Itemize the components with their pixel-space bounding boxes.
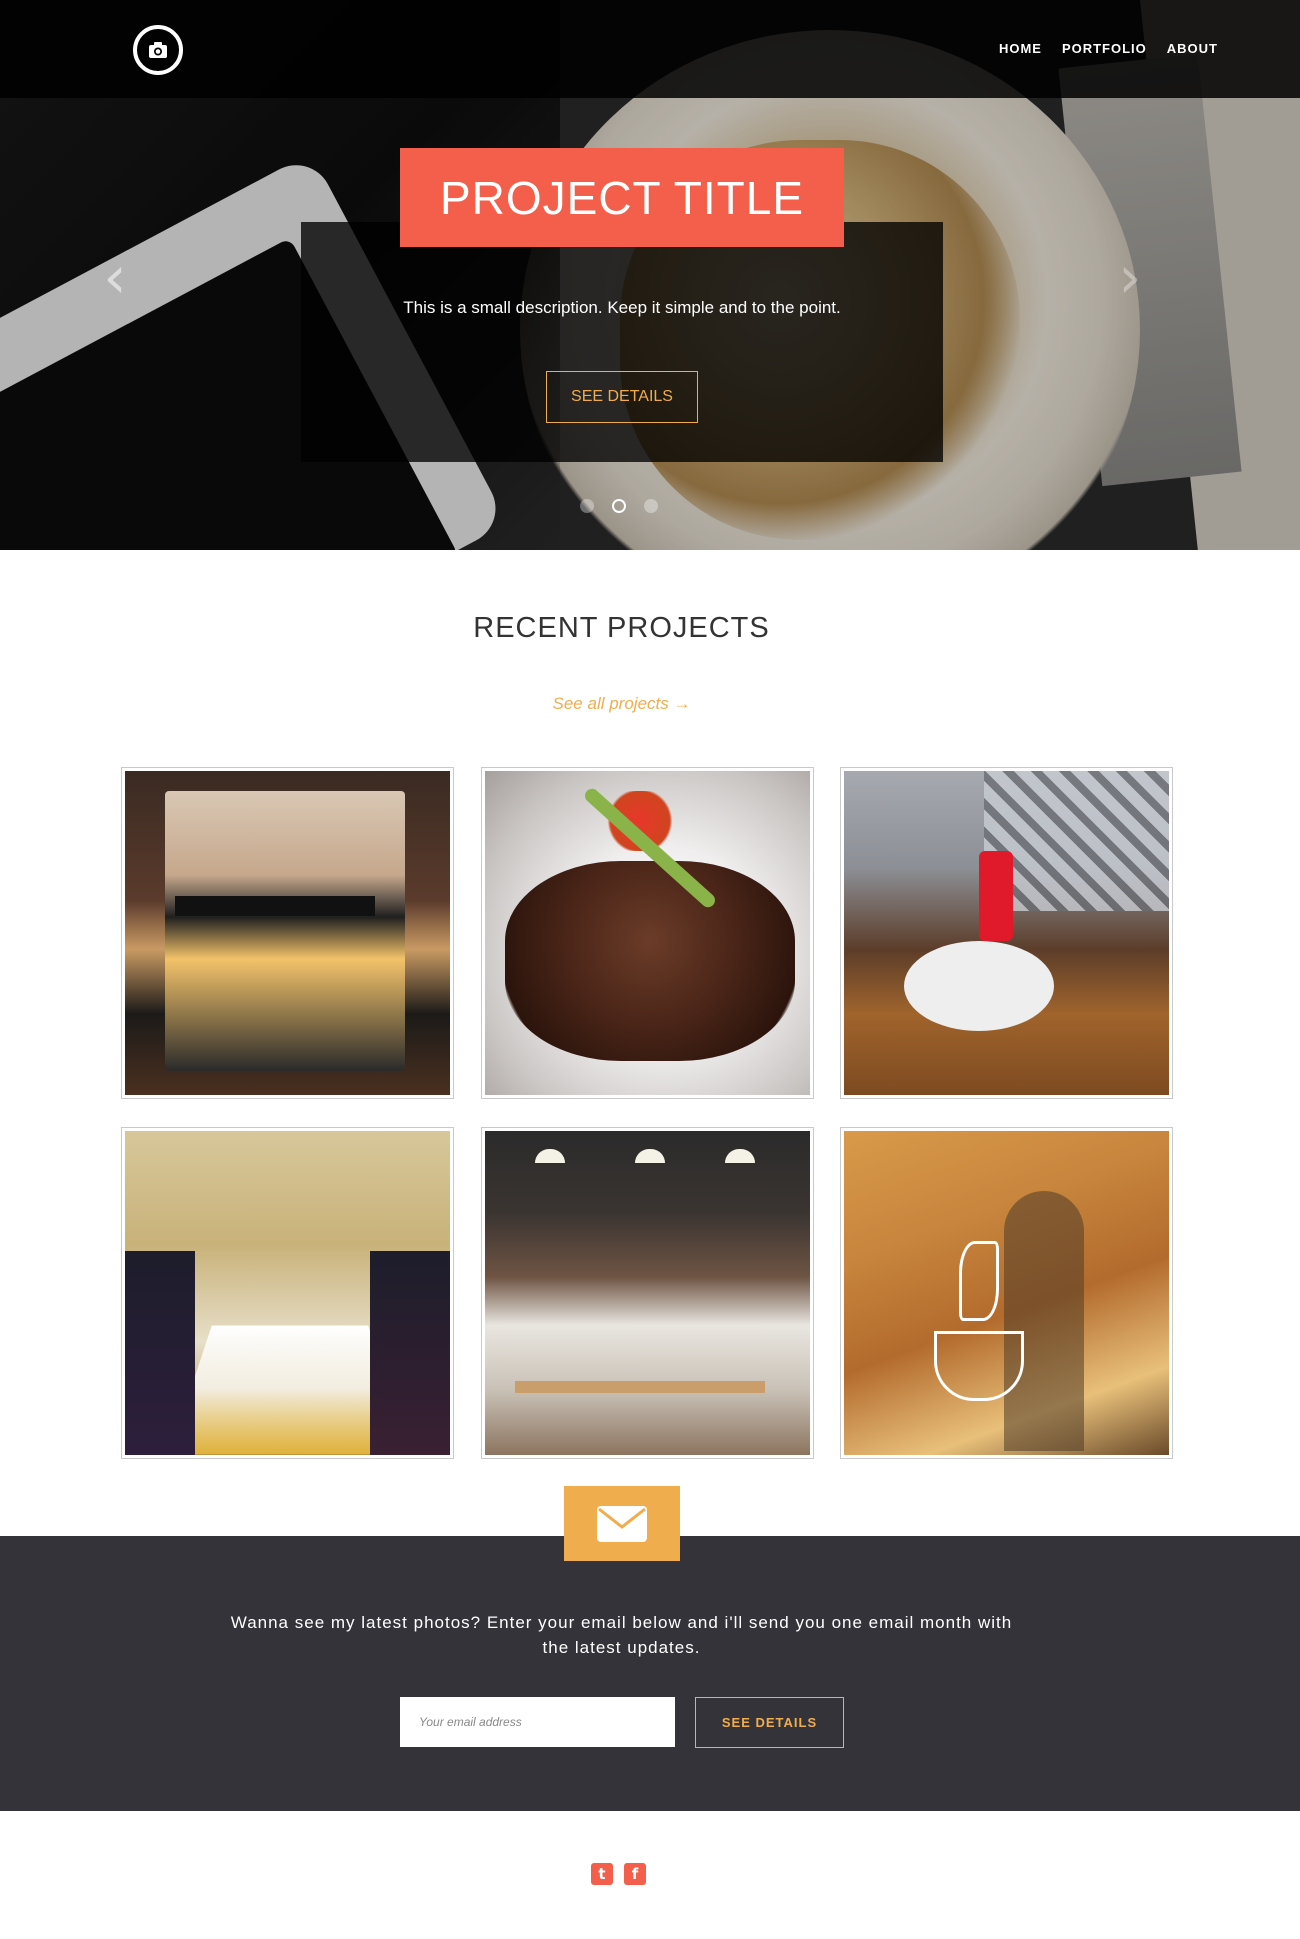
project-card[interactable] [121, 1127, 454, 1459]
newsletter-see-details-button[interactable]: SEE DETAILS [695, 1697, 844, 1748]
envelope-icon [564, 1486, 680, 1561]
hero-description: This is a small description. Keep it sim… [301, 298, 943, 318]
slider-dot[interactable] [644, 499, 658, 513]
projects-grid [121, 767, 1173, 1459]
slider-dot-active[interactable] [612, 499, 626, 513]
hero-title-box: PROJECT TITLE [400, 148, 844, 247]
project-image-steak [485, 771, 810, 1095]
main-nav: HOME PORTFOLIO ABOUT [999, 41, 1218, 56]
chevron-left-icon[interactable]: ‹ [95, 252, 135, 302]
nav-home[interactable]: HOME [999, 41, 1042, 56]
project-image-coffee-shop [125, 771, 450, 1095]
hero-slider: HOME PORTFOLIO ABOUT PROJECT TITLE This … [0, 0, 1300, 550]
social-links: t f [591, 1863, 646, 1885]
project-image-banquet [125, 1131, 450, 1455]
slider-indicators [580, 499, 658, 513]
project-card[interactable] [481, 767, 814, 1099]
twitter-icon[interactable]: t [591, 1863, 613, 1885]
nav-portfolio[interactable]: PORTFOLIO [1062, 41, 1147, 56]
project-card[interactable] [840, 1127, 1173, 1459]
camera-logo-icon[interactable] [133, 25, 183, 75]
hero-see-details-button[interactable]: SEE DETAILS [546, 371, 698, 423]
email-field[interactable] [400, 1697, 675, 1747]
newsletter-text: Wanna see my latest photos? Enter your e… [230, 1610, 1013, 1660]
project-card[interactable] [481, 1127, 814, 1459]
see-all-projects-link[interactable]: See all projects → [0, 694, 1243, 714]
hero-caption-box [301, 222, 943, 462]
newsletter-section [0, 1536, 1300, 1811]
facebook-icon[interactable]: f [624, 1863, 646, 1885]
top-navbar: HOME PORTFOLIO ABOUT [0, 0, 1300, 98]
project-card[interactable] [121, 767, 454, 1099]
hero-title: PROJECT TITLE [440, 171, 804, 225]
slider-dot[interactable] [580, 499, 594, 513]
project-card[interactable] [840, 767, 1173, 1099]
project-image-restaurant-table [844, 771, 1169, 1095]
nav-about[interactable]: ABOUT [1167, 41, 1218, 56]
project-image-latte-window [844, 1131, 1169, 1455]
project-image-cafe-interior [485, 1131, 810, 1455]
chevron-right-icon[interactable]: › [1110, 252, 1150, 302]
recent-projects-title: RECENT PROJECTS [0, 612, 1243, 645]
